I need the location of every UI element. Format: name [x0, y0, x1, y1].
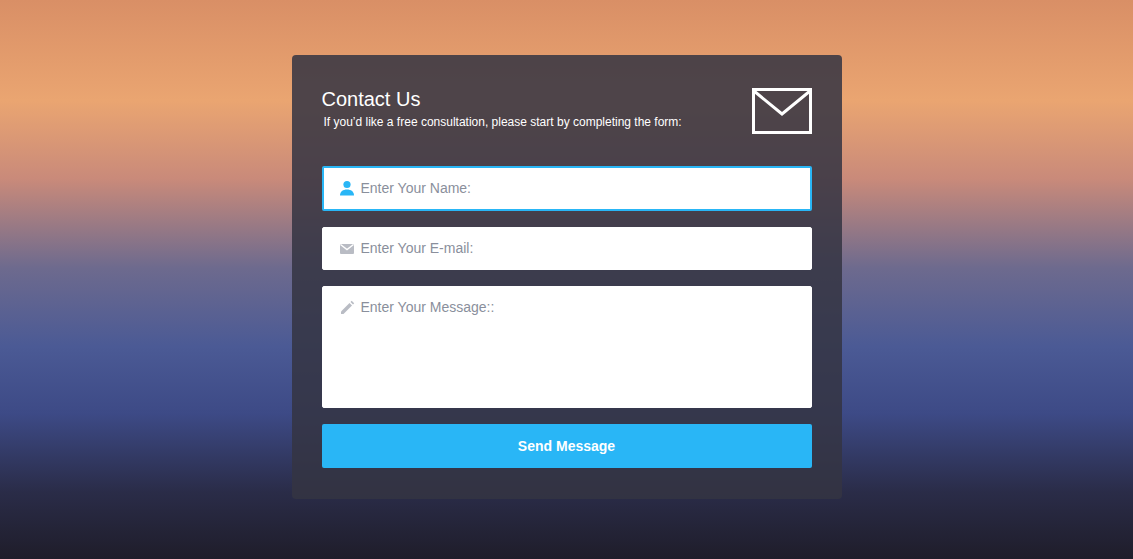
- message-field[interactable]: [322, 286, 812, 408]
- form-field: [322, 286, 812, 408]
- page: Contact UsIf you’d like a free consultat…: [0, 0, 1133, 499]
- send-button[interactable]: Send Message: [322, 424, 812, 468]
- contact-card: Contact UsIf you’d like a free consultat…: [292, 55, 842, 499]
- form-field: [322, 227, 812, 270]
- card-title: Contact Us: [322, 85, 682, 113]
- card-subtitle: If you’d like a free consultation, pleas…: [324, 113, 682, 131]
- person-icon: [339, 180, 355, 196]
- heading: Contact UsIf you’d like a free consultat…: [322, 85, 682, 131]
- card-header: Contact UsIf you’d like a free consultat…: [322, 85, 812, 134]
- form-field: [322, 166, 812, 211]
- text-field[interactable]: [322, 227, 812, 270]
- text-field[interactable]: [322, 166, 812, 211]
- envelope-icon: [752, 88, 812, 134]
- mail-icon: [339, 241, 355, 257]
- pencil-icon: [339, 300, 355, 316]
